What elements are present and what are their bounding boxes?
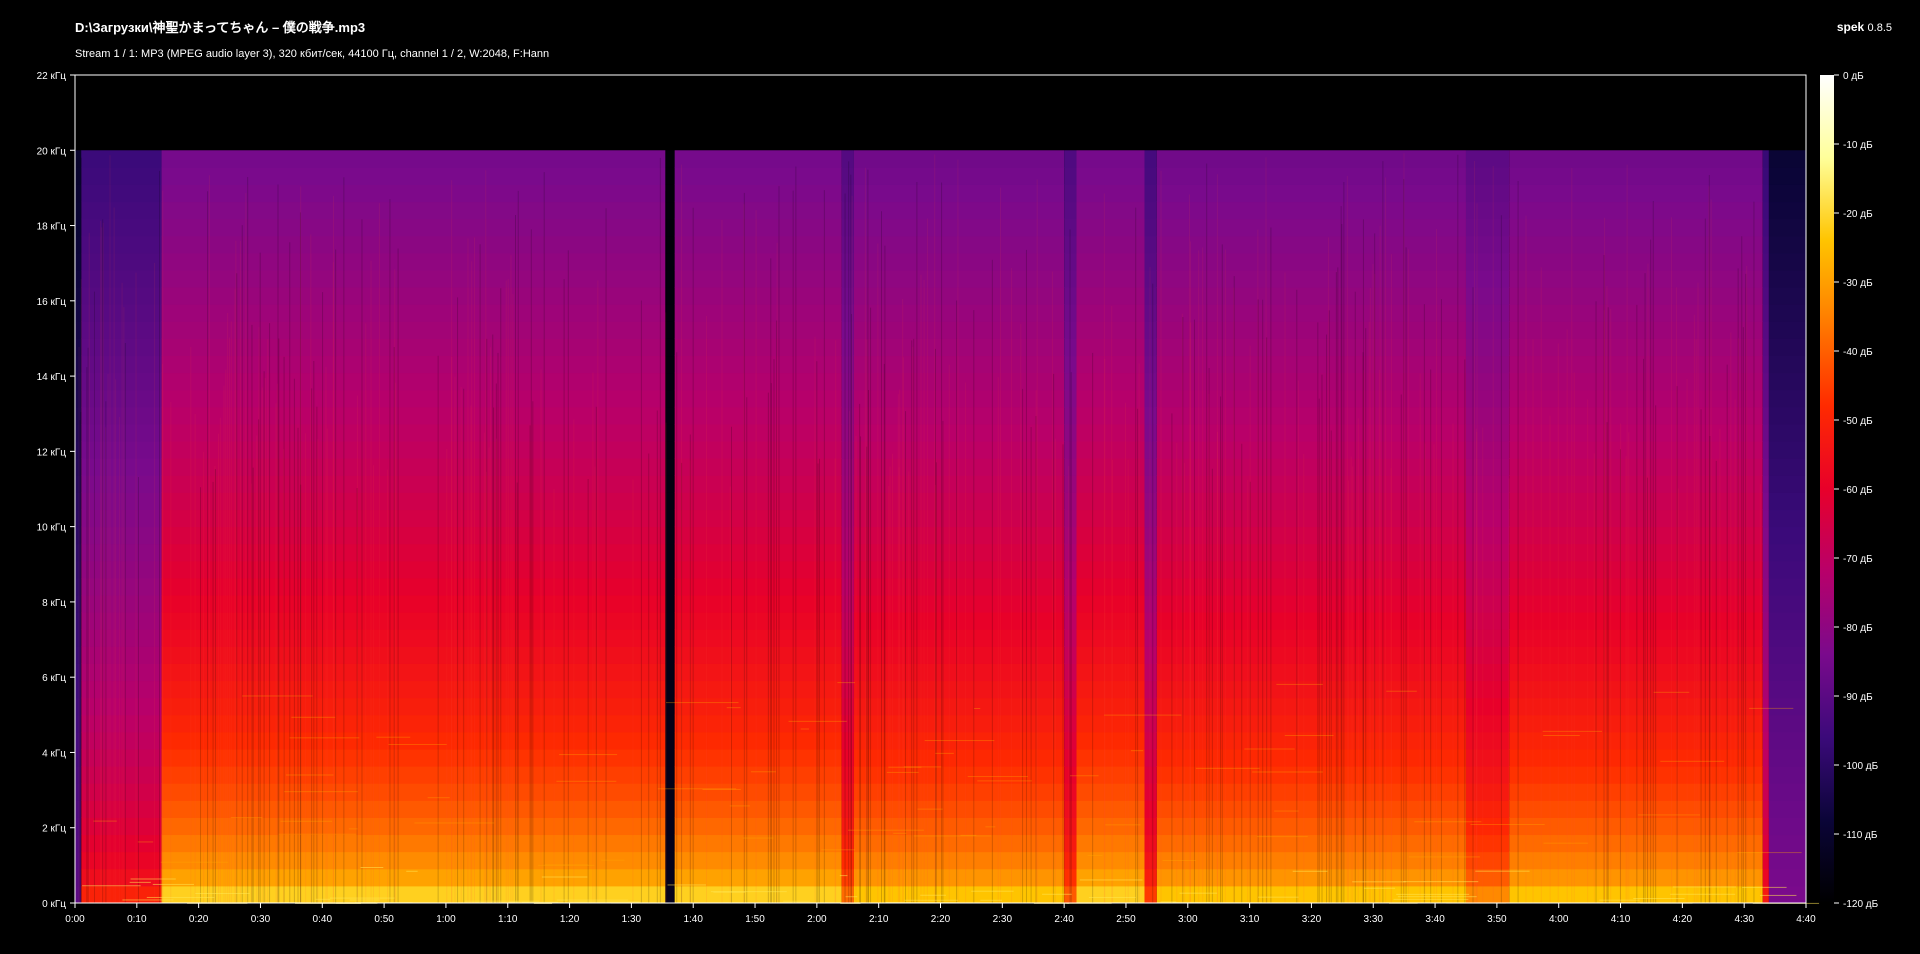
y-tick-label: 2 кГц (42, 824, 66, 835)
colorbar-tick-label: -120 дБ (1843, 899, 1879, 910)
colorbar-tick-label: -40 дБ (1843, 347, 1873, 358)
colorbar-tick-label: -80 дБ (1843, 623, 1873, 634)
x-tick-label: 1:00 (436, 914, 456, 925)
colorbar-tick-label: -50 дБ (1843, 416, 1873, 427)
y-tick-label: 16 кГц (37, 297, 67, 308)
x-tick-label: 1:20 (560, 914, 580, 925)
y-tick-label: 0 кГц (42, 899, 66, 910)
x-tick-label: 0:20 (189, 914, 209, 925)
colorbar-tick-label: -20 дБ (1843, 209, 1873, 220)
spectrogram-plot (74, 75, 1820, 904)
spectrogram-segment (1768, 150, 1806, 904)
y-tick-label: 8 кГц (42, 598, 66, 609)
x-tick-label: 2:00 (807, 914, 827, 925)
x-tick-label: 3:00 (1178, 914, 1198, 925)
colorbar-tick-label: -10 дБ (1843, 140, 1873, 151)
colorbar-tick-label: -110 дБ (1843, 830, 1878, 841)
x-tick-label: 4:10 (1611, 914, 1631, 925)
y-axis: 0 кГц 2 кГц 4 кГц 6 кГц 8 кГц 10 кГц 12 кГц 14 … (37, 71, 75, 910)
colorbar-tick-label: -70 дБ (1843, 554, 1873, 565)
x-tick-label: 0:10 (127, 914, 147, 925)
y-tick-label: 6 кГц (42, 673, 66, 684)
y-tick-label: 22 кГц (37, 71, 67, 82)
x-tick-label: 4:00 (1549, 914, 1569, 925)
x-tick-label: 0:40 (313, 914, 333, 925)
spectrogram-segment (1762, 150, 1769, 904)
colorbar-tick-label: -100 дБ (1843, 761, 1879, 772)
spectrogram-segment (1144, 150, 1157, 904)
x-tick-label: 1:10 (498, 914, 518, 925)
x-tick-label: 0:00 (65, 914, 85, 925)
colorbar-tick-label: 0 дБ (1843, 71, 1864, 82)
x-tick-label: 1:50 (745, 914, 765, 925)
spectrogram-segment (1465, 150, 1510, 904)
x-tick-label: 2:50 (1116, 914, 1136, 925)
x-tick-label: 1:30 (622, 914, 642, 925)
x-tick-label: 4:20 (1673, 914, 1693, 925)
x-tick-label: 4:40 (1796, 914, 1816, 925)
x-tick-label: 3:30 (1364, 914, 1384, 925)
colorbar: 0 дБ -10 дБ -20 дБ -30 дБ -40 дБ -50 дБ -60 дБ… (1820, 71, 1879, 910)
spectrogram-segment (853, 150, 1065, 904)
spectrogram-segment (1509, 150, 1763, 904)
x-tick-label: 1:40 (683, 914, 703, 925)
y-tick-label: 20 кГц (37, 146, 67, 157)
spectrogram-chart: 0:00 0:10 0:20 0:30 0:40 0:50 1:00 1:10 1:20 1:30… (37, 71, 1879, 925)
y-tick-label: 18 кГц (37, 222, 67, 233)
x-tick-label: 2:40 (1054, 914, 1074, 925)
y-tick-label: 4 кГц (42, 748, 66, 759)
colorbar-tick-label: -30 дБ (1843, 278, 1873, 289)
colorbar-bar (1820, 75, 1834, 903)
x-tick-label: 3:50 (1487, 914, 1507, 925)
x-tick-label: 3:10 (1240, 914, 1260, 925)
x-tick-label: 4:30 (1734, 914, 1754, 925)
spectrogram-segment (1076, 150, 1145, 904)
colorbar-tick-label: -60 дБ (1843, 485, 1873, 496)
y-tick-label: 10 кГц (37, 523, 67, 534)
x-tick-label: 0:50 (374, 914, 394, 925)
y-tick-label: 12 кГц (37, 447, 67, 458)
x-tick-label: 2:20 (931, 914, 951, 925)
y-tick-label: 14 кГц (37, 372, 67, 383)
x-tick-label: 3:40 (1425, 914, 1445, 925)
spectrogram-segment (1156, 150, 1466, 904)
x-tick-label: 2:30 (993, 914, 1013, 925)
x-tick-label: 2:10 (869, 914, 889, 925)
x-tick-label: 3:20 (1302, 914, 1322, 925)
x-tick-label: 0:30 (251, 914, 271, 925)
x-axis: 0:00 0:10 0:20 0:30 0:40 0:50 1:00 1:10 1:20 1:30… (65, 903, 1816, 925)
spectrogram-segment (81, 150, 162, 904)
colorbar-tick-label: -90 дБ (1843, 692, 1873, 703)
